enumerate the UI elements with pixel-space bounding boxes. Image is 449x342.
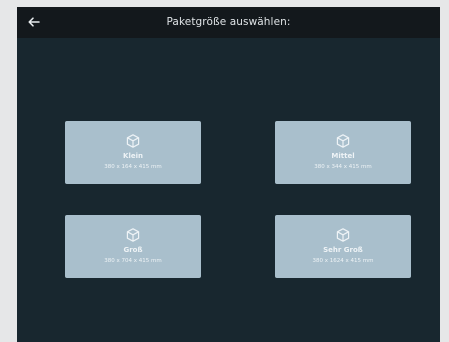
- package-size-mittel-button[interactable]: Mittel 380 x 344 x 415 mm: [275, 121, 411, 184]
- package-size-gross-button[interactable]: Groß 380 x 704 x 415 mm: [65, 215, 201, 278]
- app-screen: Paketgröße auswählen: Klein 380 x 164 x …: [17, 7, 440, 342]
- package-size-name: Klein: [123, 152, 143, 160]
- box-icon: [125, 227, 141, 243]
- header-bar: Paketgröße auswählen:: [17, 7, 440, 38]
- package-size-name: Groß: [123, 246, 143, 254]
- package-size-dimensions: 380 x 704 x 415 mm: [104, 258, 162, 264]
- package-size-dimensions: 380 x 344 x 415 mm: [314, 164, 372, 170]
- package-size-dimensions: 380 x 164 x 415 mm: [104, 164, 162, 170]
- box-icon: [125, 133, 141, 149]
- package-size-dimensions: 380 x 1624 x 415 mm: [312, 258, 374, 264]
- box-icon: [335, 133, 351, 149]
- package-size-sehr-gross-button[interactable]: Sehr Groß 380 x 1624 x 415 mm: [275, 215, 411, 278]
- package-size-name: Sehr Groß: [323, 246, 363, 254]
- package-size-name: Mittel: [331, 152, 355, 160]
- package-size-klein-button[interactable]: Klein 380 x 164 x 415 mm: [65, 121, 201, 184]
- page-title: Paketgröße auswählen:: [166, 16, 291, 28]
- box-icon: [335, 227, 351, 243]
